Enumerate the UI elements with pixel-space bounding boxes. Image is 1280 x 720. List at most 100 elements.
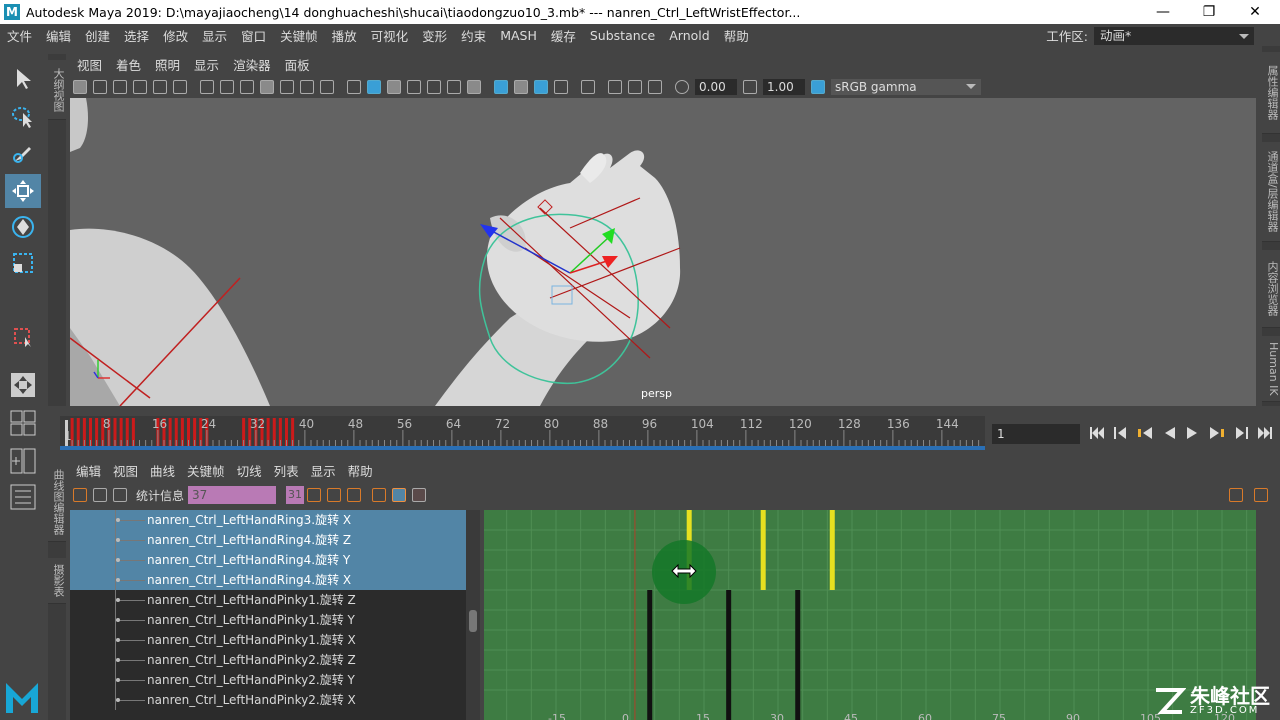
- film-gate-icon[interactable]: [220, 80, 234, 94]
- tab-attribute-editor[interactable]: 属性编辑器: [1262, 52, 1280, 134]
- stats-field-secondary[interactable]: 31: [286, 486, 305, 504]
- channel-row-pinky2-ry[interactable]: nanren_Ctrl_LeftHandPinky2.旋转 Y: [70, 670, 466, 690]
- menu-edit[interactable]: 编辑: [39, 26, 78, 45]
- menu-key[interactable]: 关键帧: [273, 26, 325, 45]
- ds-menu-list[interactable]: 列表: [268, 461, 305, 480]
- outliner-scroll-thumb[interactable]: [469, 610, 477, 632]
- stats-field[interactable]: 37: [188, 486, 277, 504]
- tab-dope-sheet[interactable]: 摄影表: [48, 558, 66, 604]
- wireframe-on-shaded-icon[interactable]: [407, 80, 421, 94]
- clear-view-icon[interactable]: [372, 488, 387, 502]
- menu-mash[interactable]: MASH: [493, 28, 544, 43]
- gamma-icon[interactable]: [743, 80, 757, 94]
- xray-icon[interactable]: [514, 80, 528, 94]
- hierarchy-toggle-icon[interactable]: [392, 488, 407, 502]
- tab-human-ik[interactable]: Human IK: [1262, 336, 1280, 402]
- go-to-end-icon[interactable]: [1256, 424, 1274, 442]
- ds-menu-edit[interactable]: 编辑: [70, 461, 107, 480]
- menu-create[interactable]: 创建: [78, 26, 117, 45]
- vp-menu-view[interactable]: 视图: [70, 55, 109, 74]
- menu-playback[interactable]: 播放: [325, 26, 364, 45]
- play-backward-icon[interactable]: [1160, 424, 1178, 442]
- center-current-time-icon[interactable]: [347, 488, 362, 502]
- exposure-field[interactable]: 0.00: [695, 79, 737, 95]
- bookmark-icon[interactable]: [113, 80, 127, 94]
- menu-window[interactable]: 窗口: [234, 26, 273, 45]
- ds-menu-help[interactable]: 帮助: [342, 461, 379, 480]
- xray-joints-icon[interactable]: [534, 80, 548, 94]
- summary-toggle-icon[interactable]: [412, 488, 427, 502]
- channel-row-ring4-rx[interactable]: nanren_Ctrl_LeftHandRing4.旋转 X: [70, 570, 466, 590]
- marquee-tool-icon[interactable]: [5, 320, 41, 354]
- outliner-scrollbar[interactable]: [466, 510, 480, 720]
- layout-four-icon[interactable]: [5, 406, 41, 440]
- paint-select-tool-icon[interactable]: [5, 136, 41, 170]
- ds-menu-tangents[interactable]: 切线: [231, 461, 268, 480]
- menu-arnold[interactable]: Arnold: [662, 28, 716, 43]
- isolate-select-icon[interactable]: [494, 80, 508, 94]
- channel-row-ring4-ry[interactable]: nanren_Ctrl_LeftHandRing4.旋转 Y: [70, 550, 466, 570]
- xray-active-icon[interactable]: [554, 80, 568, 94]
- channel-row-pinky2-rx[interactable]: nanren_Ctrl_LeftHandPinky2.旋转 X: [70, 690, 466, 710]
- textured-icon[interactable]: [427, 80, 441, 94]
- frame-playback-range-icon[interactable]: [327, 488, 342, 502]
- toggle-graph-editor-icon[interactable]: [1229, 488, 1243, 502]
- channel-row-ring4-rz[interactable]: nanren_Ctrl_LeftHandRing4.旋转 Z: [70, 530, 466, 550]
- key-select-icon[interactable]: [73, 488, 87, 502]
- play-forward-icon[interactable]: [1184, 424, 1202, 442]
- tab-channel-box[interactable]: 通道盒/层编辑器: [1262, 142, 1280, 242]
- rotate-tool-icon[interactable]: [5, 210, 41, 244]
- time-slider[interactable]: 1816243240485664728088961041121201281361…: [60, 416, 985, 450]
- colorspace-dropdown[interactable]: sRGB gamma: [831, 79, 981, 95]
- menu-select[interactable]: 选择: [117, 26, 156, 45]
- move-keys-icon[interactable]: [113, 488, 127, 502]
- tab-outliner[interactable]: 大纲视图: [48, 60, 66, 120]
- ds-menu-show[interactable]: 显示: [305, 461, 342, 480]
- shadows-icon[interactable]: [467, 80, 481, 94]
- vp-menu-panels[interactable]: 面板: [278, 55, 317, 74]
- vp-menu-show[interactable]: 显示: [187, 55, 226, 74]
- lasso-tool-icon[interactable]: [5, 100, 41, 134]
- vp-menu-lighting[interactable]: 照明: [148, 55, 187, 74]
- menu-modify[interactable]: 修改: [156, 26, 195, 45]
- tab-content-browser[interactable]: 内容浏览器: [1262, 250, 1280, 328]
- grid-icon[interactable]: [200, 80, 214, 94]
- wireframe-icon[interactable]: [347, 80, 361, 94]
- motion-blur-icon[interactable]: [628, 80, 642, 94]
- color-management-icon[interactable]: [811, 80, 825, 94]
- menu-display[interactable]: 显示: [195, 26, 234, 45]
- menu-deform[interactable]: 变形: [415, 26, 454, 45]
- channel-row-pinky1-ry[interactable]: nanren_Ctrl_LeftHandPinky1.旋转 Y: [70, 610, 466, 630]
- menu-visualize[interactable]: 可视化: [364, 26, 416, 45]
- default-material-icon[interactable]: [387, 80, 401, 94]
- safe-action-icon[interactable]: [300, 80, 314, 94]
- channel-row-pinky1-rz[interactable]: nanren_Ctrl_LeftHandPinky1.旋转 Z: [70, 590, 466, 610]
- vp-menu-renderer[interactable]: 渲染器: [226, 55, 278, 74]
- step-back-key-icon[interactable]: [1112, 424, 1130, 442]
- exposure-icon[interactable]: [675, 80, 689, 94]
- layout-split-icon[interactable]: [5, 444, 41, 478]
- tab-graph-editor[interactable]: 曲线图编辑器: [48, 462, 66, 542]
- maximize-button[interactable]: ❐: [1186, 0, 1232, 24]
- menu-constrain[interactable]: 约束: [454, 26, 493, 45]
- close-button[interactable]: ✕: [1232, 0, 1278, 24]
- go-to-start-icon[interactable]: [1088, 424, 1106, 442]
- safe-title-icon[interactable]: [320, 80, 334, 94]
- dopesheet-graph[interactable]: -15 0 15 30 45 60 75 90 105 120: [484, 510, 1256, 720]
- layout-single-icon[interactable]: [5, 368, 41, 402]
- step-forward-frame-icon[interactable]: [1208, 424, 1226, 442]
- step-back-frame-icon[interactable]: [1136, 424, 1154, 442]
- select-camera-icon[interactable]: [581, 80, 595, 94]
- gamma-field[interactable]: 1.00: [763, 79, 805, 95]
- resolution-gate-icon[interactable]: [240, 80, 254, 94]
- lights-icon[interactable]: [447, 80, 461, 94]
- ssao-icon[interactable]: [608, 80, 622, 94]
- smooth-shade-icon[interactable]: [367, 80, 381, 94]
- menu-substance[interactable]: Substance: [583, 28, 662, 43]
- camera-icon[interactable]: [73, 80, 87, 94]
- current-frame-field[interactable]: 1: [992, 424, 1080, 444]
- grease-pencil-icon[interactable]: [173, 80, 187, 94]
- vp-menu-shading[interactable]: 着色: [109, 55, 148, 74]
- outliner-layout-icon[interactable]: [5, 480, 41, 514]
- select-tool-icon[interactable]: [5, 62, 41, 96]
